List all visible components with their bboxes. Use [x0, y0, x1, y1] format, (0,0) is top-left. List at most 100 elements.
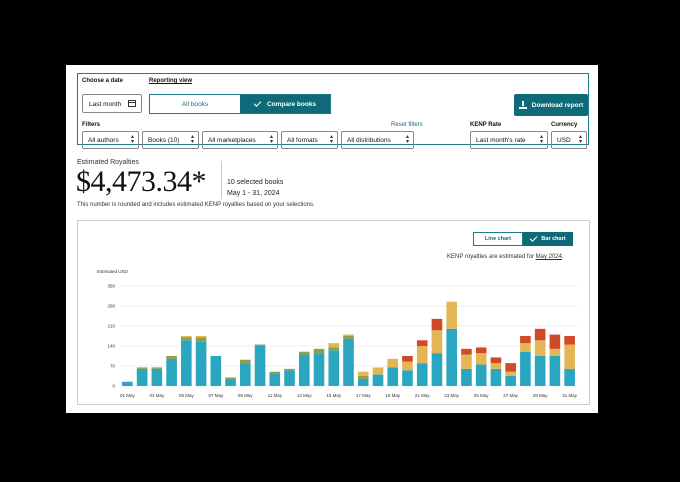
bar-segment: [490, 368, 502, 386]
marketplaces-value: All marketplaces: [208, 136, 256, 144]
date-picker[interactable]: Last month: [82, 94, 142, 113]
books-value: Books (10): [148, 136, 180, 144]
formats-select[interactable]: All formats ▴ ▾: [281, 131, 338, 149]
bar-segment: [225, 377, 236, 379]
bar-segment: [505, 376, 516, 386]
chevron-updown-icon: ▴ ▾: [405, 134, 409, 145]
bar-segment: [239, 359, 251, 364]
bar-segment: [313, 353, 325, 386]
bar-segment: [387, 358, 399, 368]
x-tick-label: 01 May: [120, 393, 136, 398]
all-books-label: All books: [181, 100, 209, 108]
x-tick-label: 13 May: [297, 393, 313, 398]
bar-segment: [166, 358, 177, 386]
rounding-note: This number is rounded and includes esti…: [77, 202, 315, 208]
bar-segment: [269, 371, 281, 374]
bar-segment: [490, 363, 502, 369]
bar-segment: [284, 370, 295, 386]
bar-segment: [446, 328, 458, 386]
download-label: Download report: [531, 101, 584, 109]
formats-value: All formats: [287, 136, 318, 144]
bar-segment: [372, 367, 384, 375]
x-tick-label: 11 May: [268, 393, 283, 398]
bar-segment: [461, 354, 472, 369]
bar-segment: [416, 340, 428, 346]
bar-segment: [298, 354, 310, 386]
bar-segment: [136, 368, 148, 386]
date-range: May 1 - 31, 2024: [227, 190, 280, 197]
y-tick-label: 350: [107, 284, 115, 289]
bar-segment: [534, 356, 546, 386]
bar-segment: [136, 367, 148, 369]
books-select[interactable]: Books (10) ▴ ▾: [142, 131, 199, 149]
download-report-button[interactable]: Download report: [514, 94, 588, 116]
bar-segment: [505, 363, 516, 372]
filters-panel: Choose a date Last month Reporting view …: [77, 73, 589, 149]
all-books-option[interactable]: All books: [150, 95, 240, 113]
bar-segment: [151, 367, 163, 369]
marketplaces-select[interactable]: All marketplaces ▴ ▾: [202, 131, 278, 149]
x-tick-label: 03 May: [149, 393, 165, 398]
kenp-rate-value: Last month's rate: [476, 136, 526, 144]
bar-segment: [564, 336, 575, 345]
bar-segment: [534, 340, 546, 356]
bar-segment: [357, 378, 369, 386]
x-tick-label: 05 May: [179, 393, 195, 398]
download-icon: [518, 101, 527, 109]
filters-label: Filters: [82, 122, 101, 128]
kenp-rate-select[interactable]: Last month's rate ▴ ▾: [470, 131, 548, 149]
currency-select[interactable]: USD ▴ ▾: [551, 131, 587, 149]
authors-value: All authors: [88, 136, 119, 144]
bar-segment: [534, 328, 546, 341]
x-tick-label: 09 May: [238, 393, 254, 398]
bar-segment: [357, 371, 369, 376]
selected-books-count: 10 selected books: [227, 179, 284, 186]
bar-segment: [564, 368, 575, 386]
bar-segment: [298, 351, 310, 355]
divider: [221, 161, 222, 199]
x-tick-label: 21 May: [415, 393, 431, 398]
bar-segment: [254, 344, 266, 346]
chevron-updown-icon: ▴ ▾: [269, 134, 273, 145]
bar-segment: [210, 356, 222, 386]
bar-segment: [490, 357, 502, 364]
kenp-rate-label: KENP Rate: [470, 122, 502, 128]
bar-segment: [520, 343, 531, 352]
bar-segment: [520, 351, 531, 386]
compare-books-label: Compare books: [266, 100, 317, 108]
date-value: Last month: [89, 101, 122, 108]
royalties-report-panel: Choose a date Last month Reporting view …: [66, 65, 598, 413]
reset-filters-link[interactable]: Reset filters: [391, 122, 423, 128]
bar-segment: [549, 356, 561, 386]
y-tick-label: 140: [107, 344, 115, 349]
bar-segment: [431, 330, 443, 354]
bar-segment: [328, 350, 340, 386]
bar-segment: [195, 336, 207, 338]
bar-segment: [254, 346, 266, 386]
chevron-updown-icon: ▴ ▾: [190, 134, 194, 145]
bar-segment: [431, 353, 443, 386]
distributions-select[interactable]: All distributions ▴ ▾: [341, 131, 414, 149]
bar-segment: [549, 334, 561, 349]
distributions-value: All distributions: [347, 136, 391, 144]
compare-books-option[interactable]: Compare books: [240, 95, 330, 113]
authors-select[interactable]: All authors ▴ ▾: [82, 131, 139, 149]
x-tick-label: 29 May: [533, 393, 549, 398]
bar-segment: [284, 368, 295, 371]
x-tick-label: 15 May: [326, 393, 342, 398]
bar-segment: [225, 378, 236, 386]
bar-segment: [402, 356, 413, 362]
currency-value: USD: [557, 136, 571, 144]
bar-segment: [328, 347, 340, 351]
x-tick-label: 17 May: [356, 393, 372, 398]
reporting-view-label: Reporting view: [149, 78, 193, 84]
bar-segment: [431, 318, 443, 331]
bar-segment: [446, 301, 458, 329]
bar-segment: [181, 336, 192, 338]
currency-label: Currency: [551, 122, 578, 128]
bar-segment: [313, 348, 325, 354]
bar-segment: [549, 348, 561, 356]
chevron-updown-icon: ▴ ▾: [539, 134, 543, 145]
check-icon: [253, 99, 262, 107]
chevron-updown-icon: ▴ ▾: [329, 134, 333, 145]
